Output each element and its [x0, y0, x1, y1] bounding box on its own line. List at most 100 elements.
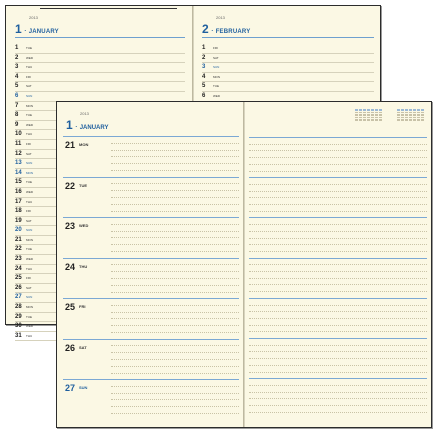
- day-block: 26 SAT: [63, 338, 239, 381]
- weekday-label: FRI: [26, 276, 31, 281]
- day-number: 23: [15, 256, 22, 263]
- mini-calendar-cell: [363, 109, 366, 111]
- day-number: 21: [15, 236, 22, 243]
- mini-calendar-cell: [401, 109, 404, 111]
- weekday-label: TUE: [26, 113, 32, 118]
- writing-line: [111, 399, 239, 401]
- weekday-label: WED: [79, 223, 89, 228]
- mini-calendar-cell: [421, 111, 424, 113]
- mini-calendar-cell: [367, 116, 370, 118]
- year-label: 2013: [80, 111, 89, 116]
- day-rule: [63, 298, 239, 299]
- mini-calendar-cell: [367, 111, 370, 113]
- writing-line: [111, 203, 239, 205]
- day-row: 4 FRI: [15, 73, 185, 83]
- mini-calendar-cell: [367, 119, 370, 121]
- day-number: 6: [202, 92, 206, 99]
- mini-calendar-cell: [409, 116, 412, 118]
- weekday-label: MON: [26, 237, 33, 242]
- mini-calendar-cell: [379, 116, 382, 118]
- note-line: [249, 311, 427, 313]
- weekday-label: THU: [26, 266, 33, 271]
- weekday-label: TUE: [26, 46, 32, 50]
- writing-line: [111, 385, 239, 387]
- day-block: 25 FRI: [63, 298, 239, 340]
- note-line: [249, 163, 427, 165]
- mini-calendar-cell: [413, 114, 416, 116]
- writing-line: [111, 352, 239, 354]
- mini-calendar-cell: [359, 109, 362, 111]
- mini-calendar-cell: [375, 111, 378, 113]
- month-name: FEBRUARY: [215, 29, 251, 35]
- weekday-label: WED: [26, 257, 33, 262]
- writing-line: [111, 304, 239, 306]
- mini-calendar-cell: [375, 109, 378, 111]
- note-line: [249, 137, 427, 138]
- planner-stage: 2013 1 · JANUARY 1 TUE 2 WED 3 THU 4 FRI 5 SAT 6 SU…: [0, 0, 435, 432]
- day-number: 26: [15, 284, 22, 291]
- weekday-label: THU: [26, 199, 33, 204]
- note-line: [249, 230, 427, 232]
- weekday-label: SAT: [79, 344, 87, 350]
- writing-line: [111, 149, 239, 151]
- mini-calendar-cell: [355, 116, 358, 118]
- mini-calendar-cell: [379, 119, 382, 121]
- mini-calendar-cell: [421, 114, 424, 116]
- day-number: 24: [15, 265, 22, 272]
- mini-calendar-cell: [375, 119, 378, 121]
- mini-calendar-cell: [363, 119, 366, 121]
- day-block: 27 SUN: [63, 379, 239, 421]
- mini-calendar-cell: [417, 114, 420, 116]
- weekday-label: FRI: [26, 141, 31, 146]
- month-name: JANUARY: [28, 29, 59, 35]
- note-line: [249, 264, 427, 266]
- note-line: [249, 190, 427, 192]
- writing-line: [111, 251, 239, 252]
- top-rule: [40, 8, 177, 9]
- day-row: 1 TUE: [15, 44, 185, 54]
- note-line: [249, 170, 427, 172]
- day-block: 24 THU: [63, 257, 239, 300]
- note-line: [249, 364, 427, 366]
- day-number: 26: [65, 342, 76, 353]
- notes-lines: [249, 137, 427, 417]
- mini-calendar-cell: [363, 116, 366, 118]
- day-row: 1 FRI: [202, 44, 374, 54]
- mini-calendar-cell: [397, 119, 400, 121]
- writing-line: [111, 142, 239, 144]
- day-rule: [63, 338, 239, 340]
- day-number: 31: [15, 332, 22, 339]
- mini-calendar-cell: [379, 109, 382, 111]
- note-line: [249, 157, 427, 159]
- writing-line: [111, 271, 239, 273]
- mini-calendar-cell: [421, 109, 424, 111]
- day-row: 5 TUE: [202, 82, 374, 92]
- day-number: 3: [202, 64, 206, 71]
- month-number: 2: [202, 22, 209, 36]
- writing-line: [111, 210, 239, 212]
- mini-calendar-cell: [375, 116, 378, 118]
- day-number: 15: [15, 179, 22, 186]
- day-number: 4: [15, 73, 19, 80]
- weekday-label: SAT: [26, 218, 32, 223]
- mini-calendar-cell: [363, 111, 366, 113]
- writing-line: [111, 291, 239, 293]
- weekday-label: MON: [213, 74, 220, 79]
- day-row: 4 MON: [202, 73, 374, 83]
- note-line: [249, 244, 427, 246]
- day-number: 6: [15, 92, 19, 99]
- writing-line: [111, 284, 239, 286]
- weekday-label: THU: [26, 333, 33, 338]
- page-fold: [243, 102, 245, 427]
- weekday-label: MON: [79, 142, 89, 147]
- writing-line: [111, 358, 239, 360]
- day-row: 3 THU: [15, 63, 185, 73]
- weekday-label: FRI: [213, 46, 218, 50]
- mini-calendar-cell: [355, 119, 358, 121]
- day-number: 18: [15, 208, 22, 215]
- day-number: 20: [15, 227, 22, 234]
- year-label: 2013: [29, 15, 38, 20]
- writing-line: [111, 196, 239, 198]
- weekday-label: SUN: [26, 93, 33, 98]
- mini-calendar-cell: [401, 116, 404, 118]
